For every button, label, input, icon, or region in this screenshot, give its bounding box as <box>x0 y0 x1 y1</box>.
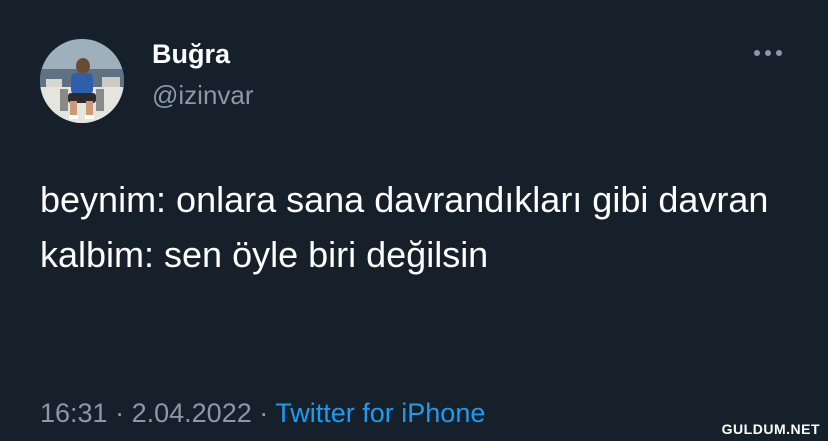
more-options-button[interactable] <box>748 42 788 64</box>
tweet-card: Buğra @izinvar beynim: onlara sana davra… <box>0 0 828 441</box>
tweet-source-link[interactable]: Twitter for iPhone <box>275 398 485 428</box>
display-name[interactable]: Buğra <box>152 38 230 70</box>
avatar[interactable] <box>40 39 124 123</box>
more-horizontal-icon <box>754 50 782 56</box>
watermark: GULDUM.NET <box>721 421 820 437</box>
user-handle[interactable]: @izinvar <box>152 79 254 111</box>
tweet-time[interactable]: 16:31 <box>40 398 108 428</box>
meta-separator: · <box>259 398 269 428</box>
tweet-meta: 16:31 · 2.04.2022 · Twitter for iPhone <box>40 393 485 433</box>
tweet-text: beynim: onlara sana davrandıkları gibi d… <box>40 179 769 275</box>
meta-separator: · <box>115 398 125 428</box>
avatar-photo-icon <box>40 39 124 123</box>
tweet-date[interactable]: 2.04.2022 <box>132 398 252 428</box>
